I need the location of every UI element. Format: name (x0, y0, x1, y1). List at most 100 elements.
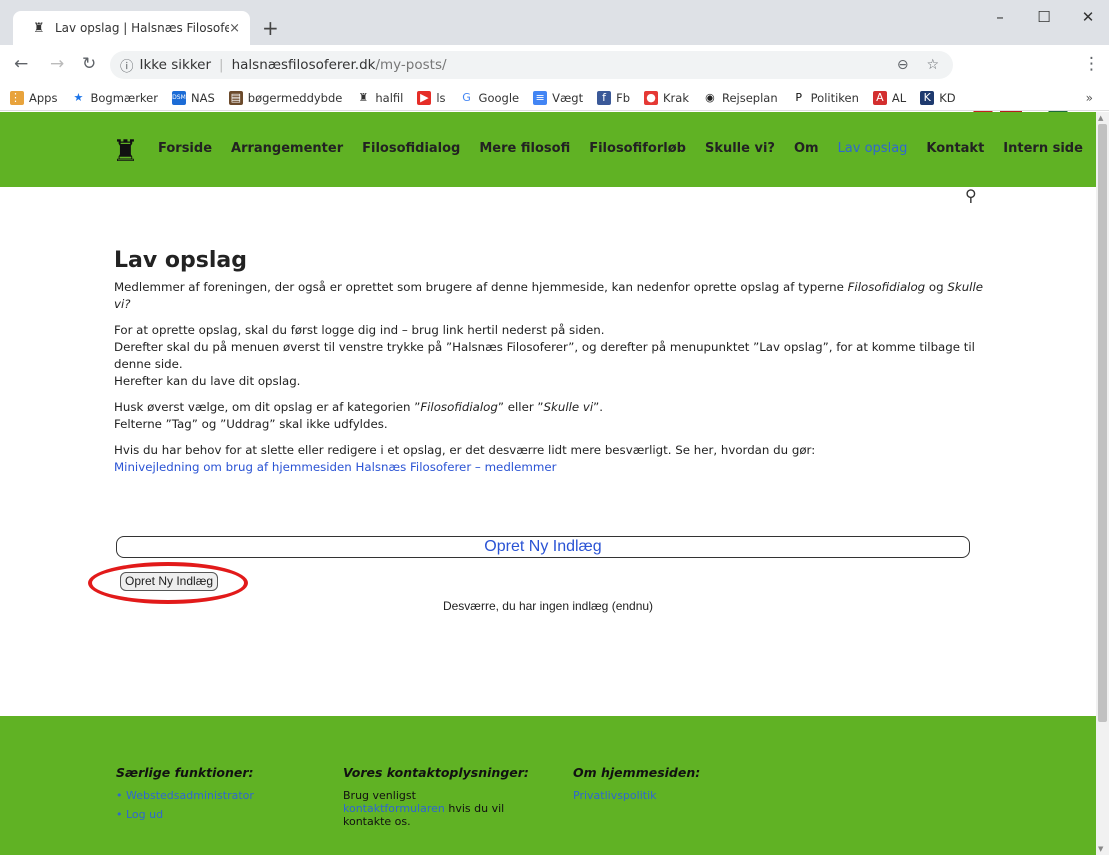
menu-item[interactable]: Kontakt (926, 141, 984, 156)
bookmark-item[interactable]: A AL (872, 90, 907, 105)
intro-text: Medlemmer af foreningen, der også er opr… (114, 280, 984, 311)
sheets-icon: ≡ (533, 90, 548, 105)
menu-item[interactable]: Filosofiforløb (589, 141, 686, 156)
scroll-up-icon[interactable]: ▲ (1098, 114, 1103, 122)
politiken-icon: P (795, 90, 802, 104)
maximize-button[interactable]: ☐ (1024, 8, 1064, 26)
privacy-link[interactable]: Privatlivspolitik (573, 789, 657, 802)
bookmark-item[interactable]: ≡ Vægt (533, 90, 583, 105)
logout-link[interactable]: Log ud (116, 808, 254, 821)
kd-icon: K (920, 90, 935, 105)
menu-item[interactable]: Filosofidialog (362, 141, 460, 156)
google-icon: G (462, 90, 471, 104)
scroll-down-icon[interactable]: ▼ (1098, 845, 1103, 853)
address-bar[interactable]: ⓘ Ikke sikker | halsnæsfilosoferer.dk/my… (110, 51, 953, 79)
philosopher-favicon-icon: ♜ (33, 20, 45, 36)
opret-bar-button[interactable]: Opret Ny Indlæg (116, 536, 970, 558)
menu-item[interactable]: Skulle vi? (705, 141, 775, 156)
info-icon[interactable]: ⓘ (120, 55, 134, 75)
guide-link[interactable]: Minivejledning om brug af hjemmesiden Ha… (114, 460, 556, 474)
bookmark-label: Politiken (810, 90, 859, 105)
browser-tab[interactable]: ♜ Lav opslag | Halsnæs Filosoferer × (13, 11, 250, 45)
login-instructions: For at oprette opslag, skal du først log… (114, 323, 975, 388)
bookmark-item[interactable]: K KD (920, 90, 956, 105)
url-host: halsnæsfilosoferer.dk (231, 57, 376, 73)
page-viewport: ♜ Forside Arrangementer Filosofidialog Mere… (0, 112, 1096, 855)
menu-item[interactable]: Intern side (1003, 141, 1083, 156)
forward-arrow-icon[interactable]: → (50, 54, 64, 74)
bookmark-label: ls (436, 90, 446, 105)
new-tab-button[interactable]: + (262, 16, 279, 40)
tab-close-icon[interactable]: × (229, 21, 240, 36)
no-posts-message: Desværre, du har ingen indlæg (endnu) (442, 599, 654, 613)
main-content: Lav opslag Medlemmer af foreningen, der … (114, 247, 984, 485)
footer-col3-title: Om hjemmesiden: (573, 765, 701, 780)
tab-strip: ♜ Lav opslag | Halsnæs Filosoferer × + –… (0, 0, 1109, 45)
browser-menu-icon[interactable]: ⋮ (1083, 54, 1100, 74)
bookmark-label: Fb (616, 90, 630, 105)
footer-col1-title: Særlige funktioner: (116, 765, 254, 780)
bookmark-label: Apps (29, 90, 58, 105)
apps-grid-icon: ⋮⋮ (10, 90, 32, 105)
bookmark-item[interactable]: ● Krak (644, 90, 689, 105)
al-icon: A (872, 90, 887, 105)
category-instructions: Husk øverst vælge, om dit opslag er af k… (114, 400, 604, 431)
footer-col2-title: Vores kontaktoplysninger: (343, 765, 529, 780)
footer-about: Om hjemmesiden: Privatlivspolitik (573, 766, 700, 802)
bookmark-label: NAS (190, 90, 215, 105)
bookmark-label: halfil (375, 90, 404, 105)
bookmarks-bar: ⋮⋮ Apps ★ Bogmærker DSM NAS ▤ bøgermeddybde ♜ hal… (0, 85, 1109, 111)
zoom-star-icons[interactable]: ⊖ ☆ (897, 57, 939, 73)
menu-item[interactable]: Om (794, 141, 819, 156)
back-arrow-icon[interactable]: ← (14, 54, 28, 74)
admin-link[interactable]: Webstedsadministrator (116, 789, 254, 802)
youtube-icon: ▶ (417, 90, 432, 105)
bookmark-item[interactable]: DSM NAS (171, 90, 215, 105)
main-menu: Forside Arrangementer Filosofidialog Mere f… (158, 141, 1096, 156)
search-icon[interactable]: ⚲ (965, 186, 977, 205)
facebook-icon: f (597, 90, 612, 105)
bookmark-label: AL (891, 90, 907, 105)
bookmark-label: Krak (663, 90, 689, 105)
bookmark-item[interactable]: ♜ halfil (356, 91, 403, 105)
dsm-icon: DSM (171, 90, 186, 105)
page-scrollbar[interactable]: ▲ ▼ (1096, 112, 1109, 855)
bookmark-label: KD (939, 90, 956, 105)
menu-item[interactable]: Lav opslag (838, 141, 908, 156)
krak-icon: ● (644, 90, 658, 105)
bookmark-label: Google (478, 90, 520, 105)
bookmark-item[interactable]: P Politiken (792, 91, 859, 105)
bookmark-item[interactable]: ◉ Rejseplan (703, 90, 778, 105)
security-label: Ikke sikker (139, 57, 212, 73)
menu-item[interactable]: Mere filosofi (479, 141, 570, 156)
bookmark-item[interactable]: f Fb (597, 90, 630, 105)
menu-item[interactable]: Arrangementer (231, 141, 343, 156)
url-path: /my-posts/ (375, 57, 447, 73)
philosopher-icon: ♜ (358, 90, 369, 104)
scroll-thumb[interactable] (1098, 124, 1107, 722)
minimize-button[interactable]: – (980, 8, 1020, 26)
highlight-circle (88, 562, 248, 604)
menu-item[interactable]: Forside (158, 141, 212, 156)
reload-icon[interactable]: ↻ (82, 54, 96, 74)
close-window-button[interactable]: ✕ (1068, 8, 1108, 26)
browser-toolbar: ← → ↻ ⓘ Ikke sikker | halsnæsfilosoferer… (0, 45, 1109, 117)
book-photo-icon: ▤ (228, 90, 243, 105)
bookmark-item[interactable]: G Google (460, 90, 520, 105)
address-separator: | (219, 57, 224, 73)
contact-form-link[interactable]: kontaktformularen (343, 802, 445, 815)
more-bookmarks-icon[interactable]: » (1086, 91, 1093, 105)
tab-title: Lav opslag | Halsnæs Filosoferer (55, 21, 230, 35)
page-title: Lav opslag (114, 248, 247, 273)
bookmark-item[interactable]: ▤ bøgermeddybde (228, 90, 343, 105)
philosopher-logo[interactable]: ♜ (112, 132, 142, 172)
bookmark-item[interactable]: ▶ ls (417, 90, 446, 105)
bookmark-label: bøgermeddybde (247, 90, 343, 105)
footer-special-functions: Særlige funktioner: Webstedsadministrato… (116, 766, 254, 827)
bookmark-label: Bogmærker (90, 90, 158, 105)
edit-instructions: Hvis du har behov for at slette eller re… (114, 443, 816, 474)
bookmark-label: Rejseplan (721, 90, 778, 105)
star-icon: ★ (73, 90, 84, 104)
bookmark-item[interactable]: ⋮⋮ Apps (10, 90, 58, 105)
bookmark-item[interactable]: ★ Bogmærker (71, 91, 158, 105)
